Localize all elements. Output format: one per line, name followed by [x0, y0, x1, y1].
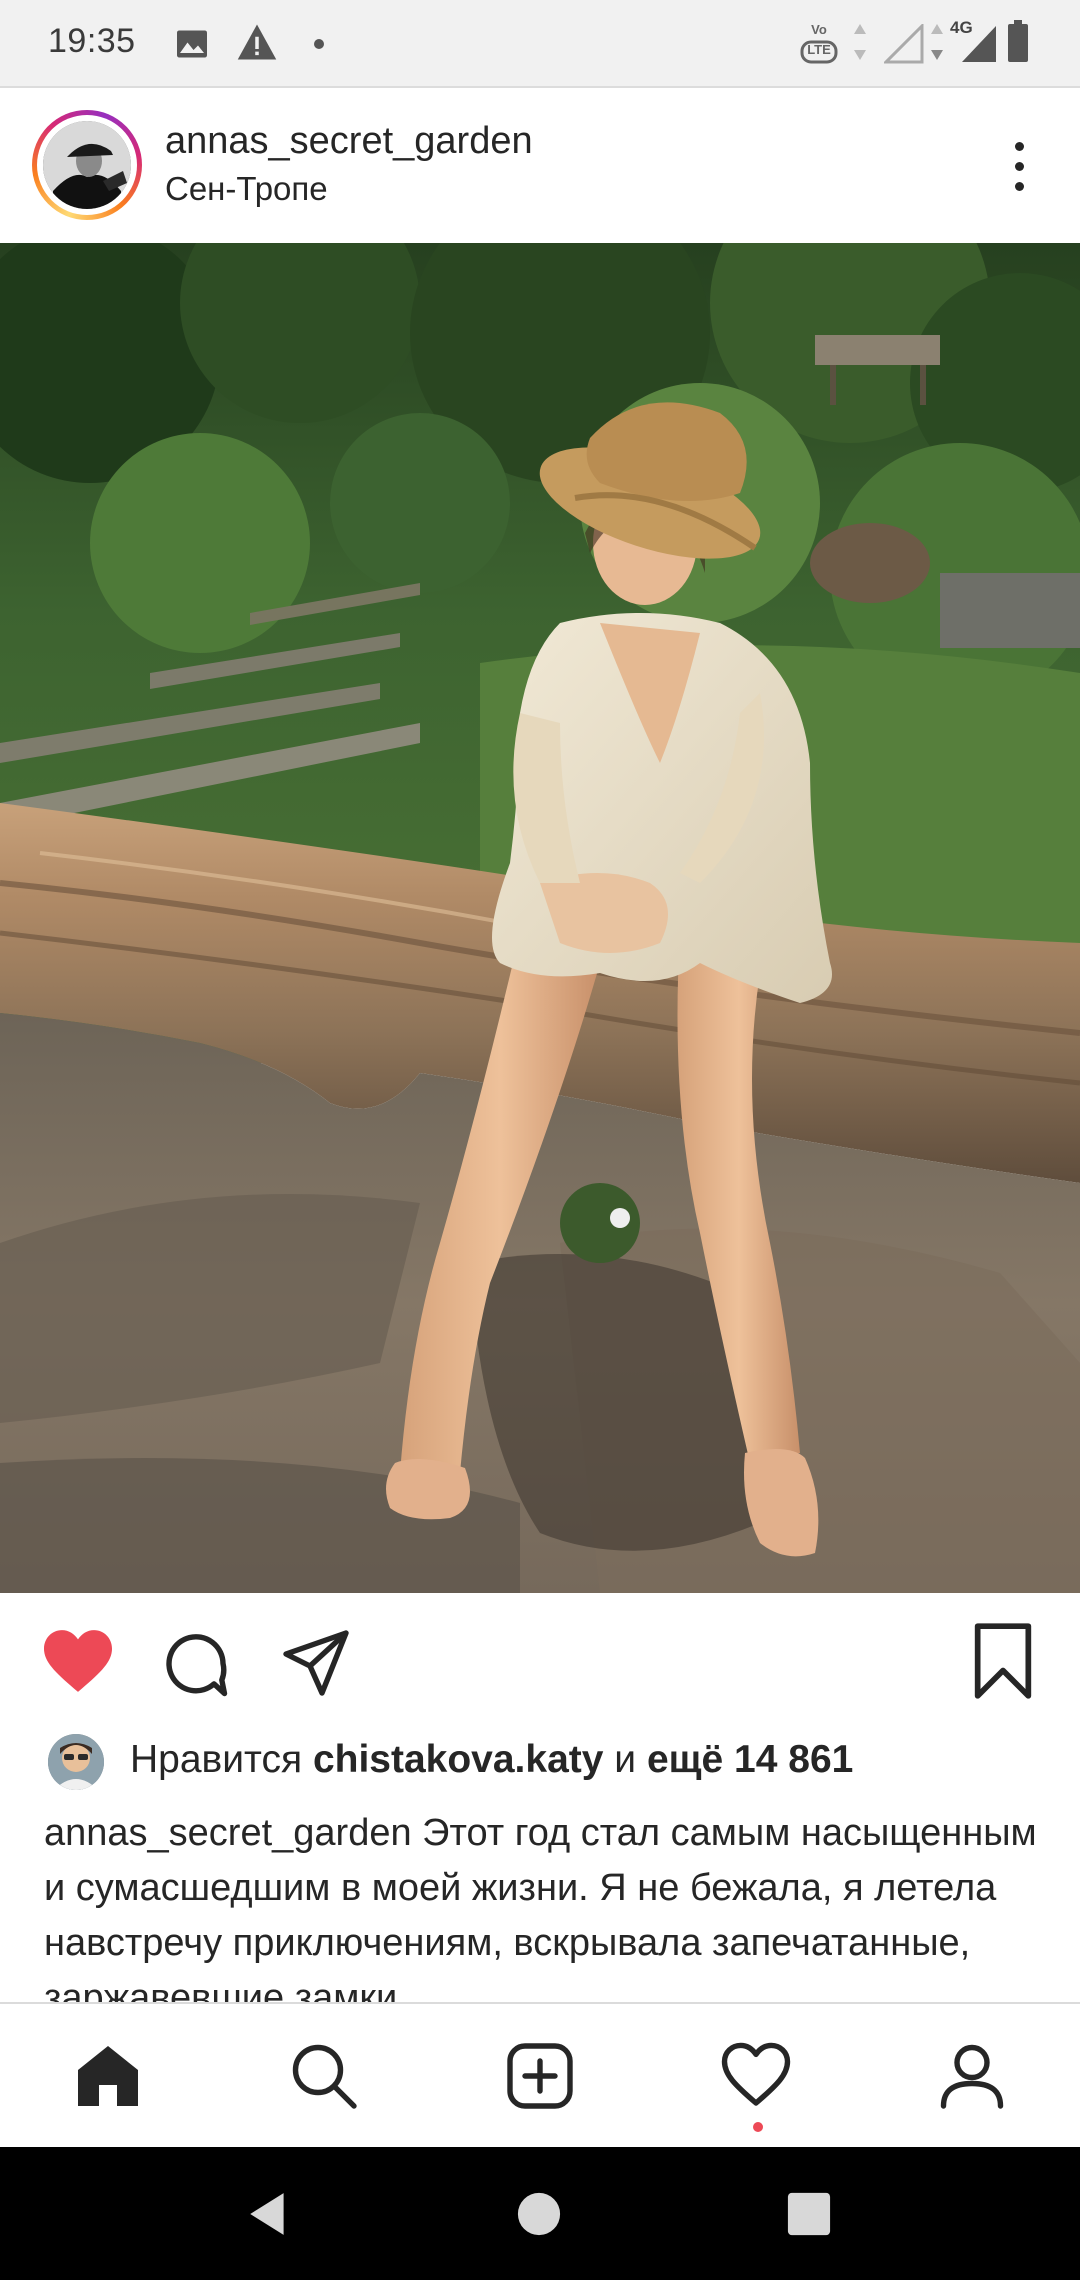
liker-avatar[interactable]: [48, 1734, 104, 1790]
nav-search[interactable]: [216, 2004, 432, 2147]
share-icon[interactable]: [278, 1627, 354, 1699]
liker-username[interactable]: chistakova.katy: [313, 1738, 604, 1781]
recents-square-icon: [787, 2192, 831, 2236]
home-circle-icon: [517, 2192, 561, 2236]
likes-conjunction: и: [614, 1738, 637, 1781]
data-arrows-icon: [854, 24, 866, 60]
post-actions: [0, 1593, 1080, 1723]
instagram-post-screen: 19:35 Vo LTE 4G annas_secret_garden Сен-…: [0, 0, 1080, 2280]
nav-profile[interactable]: [864, 2004, 1080, 2147]
cell-data-arrows-icon: [931, 24, 943, 60]
volte-icon: Vo LTE: [800, 18, 838, 66]
status-time: 19:35: [48, 22, 136, 60]
avatar: [43, 121, 131, 209]
likes-count[interactable]: ещё 14 861: [647, 1738, 853, 1781]
caption-username[interactable]: annas_secret_garden: [44, 1812, 412, 1854]
more-options-button[interactable]: [1000, 132, 1040, 202]
nav-activity[interactable]: [648, 2004, 864, 2147]
nav-new-post[interactable]: [432, 2004, 648, 2147]
comment-icon[interactable]: [160, 1629, 232, 1701]
image-icon: [177, 30, 207, 58]
activity-notification-dot: [753, 2122, 763, 2132]
post-photo[interactable]: [0, 243, 1080, 1593]
back-icon: [250, 2193, 284, 2235]
notification-dot-icon: [314, 39, 324, 49]
likes-prefix: Нравится: [130, 1738, 303, 1781]
likes-row: Нравится chistakova.katy и ещё 14 861: [0, 1730, 1080, 1800]
bookmark-icon[interactable]: [970, 1623, 1036, 1699]
system-recents-button[interactable]: [730, 2147, 890, 2280]
likes-summary[interactable]: Нравится chistakova.katy и ещё 14 861: [130, 1738, 853, 1782]
wifi-signal-icon: [884, 24, 924, 64]
volte-label: Vo LTE: [807, 22, 831, 57]
profile-icon: [940, 2044, 1004, 2109]
story-ring[interactable]: [32, 110, 142, 220]
more-options-icon: [1015, 142, 1024, 151]
post-username[interactable]: annas_secret_garden: [165, 120, 533, 163]
search-icon: [292, 2044, 357, 2109]
activity-heart-icon: [721, 2042, 791, 2106]
post-caption: annas_secret_garden Этот год стал самым …: [44, 1806, 1044, 2006]
post-header: annas_secret_garden Сен-Тропе: [0, 88, 1080, 243]
home-icon: [78, 2046, 138, 2106]
nav-home[interactable]: [0, 2004, 216, 2147]
like-icon[interactable]: [40, 1627, 116, 1695]
status-bar: 19:35 Vo LTE 4G: [0, 0, 1080, 88]
warning-icon: [237, 24, 277, 60]
battery-icon: [1008, 20, 1028, 62]
post-location[interactable]: Сен-Тропе: [165, 170, 328, 208]
new-post-icon: [507, 2043, 573, 2109]
cell-signal-icon: [962, 26, 996, 62]
system-navigation-bar: [0, 2147, 1080, 2280]
system-home-button[interactable]: [460, 2147, 620, 2280]
bottom-navigation: [0, 2002, 1080, 2147]
system-back-button[interactable]: [190, 2147, 350, 2280]
post-photo-image: [0, 243, 1080, 1593]
